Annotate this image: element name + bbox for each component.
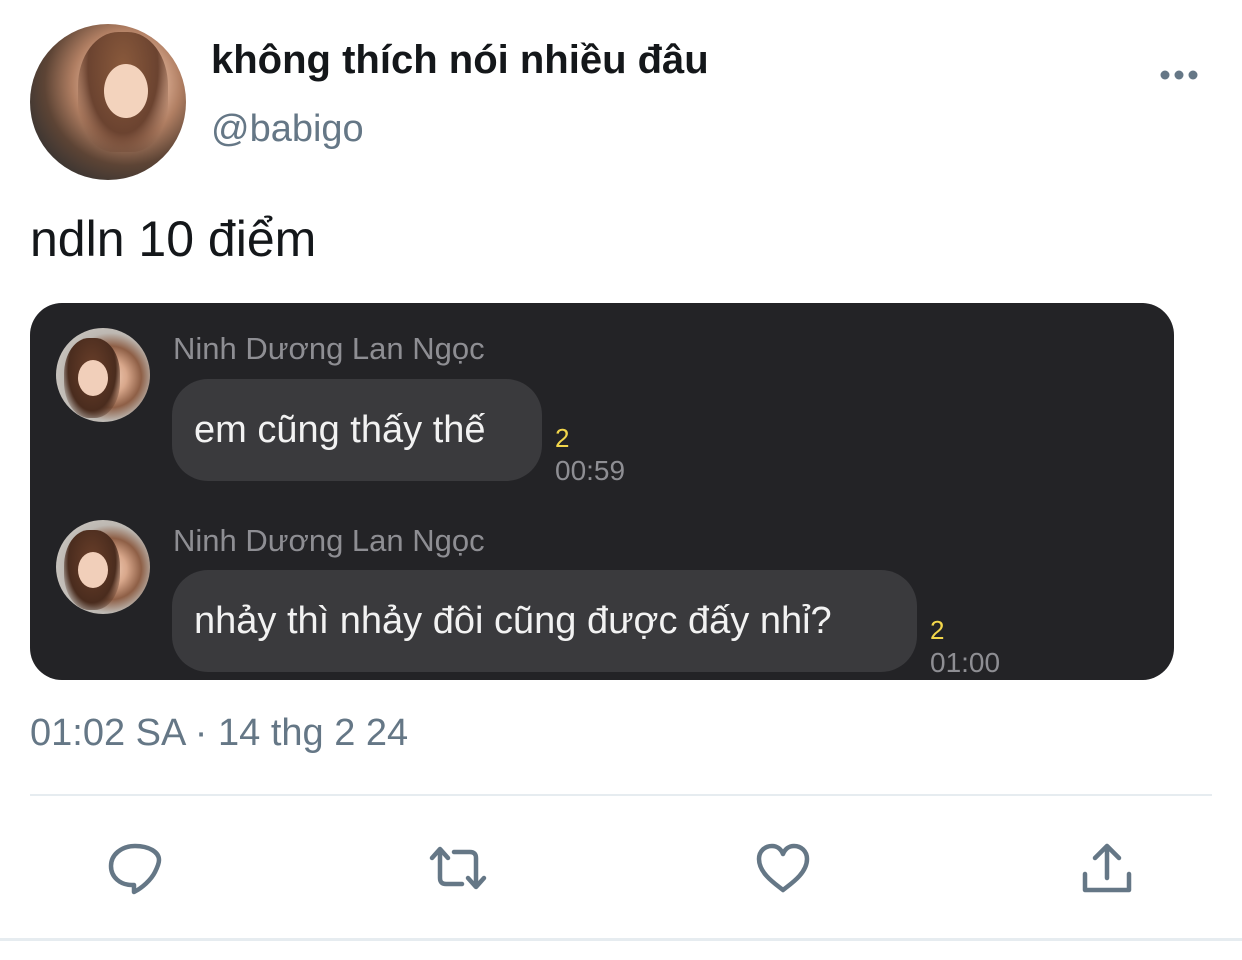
tweet-text: ndln 10 điểm [30, 211, 317, 267]
attached-chat-screenshot[interactable]: Ninh Dương Lan Ngọc em cũng thấy thế 2 0… [30, 303, 1174, 680]
avatar-face [104, 64, 148, 118]
message-time: 01:00 [930, 647, 1001, 678]
chat-message-bubble: em cũng thấy thế [172, 379, 542, 481]
more-options-button[interactable] [1152, 58, 1206, 92]
author-avatar[interactable] [30, 24, 186, 180]
chat-message-text: em cũng thấy thế [194, 408, 486, 451]
message-time: 00:59 [555, 455, 626, 486]
more-dots-icon [1160, 70, 1198, 80]
author-handle[interactable]: @babigo [211, 108, 364, 151]
chat-sender-name: Ninh Dương Lan Ngọc [173, 523, 485, 558]
like-button[interactable] [751, 836, 815, 900]
retweet-arrows-icon [429, 846, 487, 890]
chat-sender-avatar [56, 328, 150, 422]
divider [30, 794, 1212, 796]
avatar-face [78, 360, 108, 396]
retweet-button[interactable] [426, 836, 490, 900]
share-button[interactable] [1075, 836, 1139, 900]
reply-button[interactable] [103, 836, 167, 900]
chat-message-text: nhảy thì nhảy đôi cũng được đấy nhỉ? [194, 599, 832, 642]
read-count-badge: 2 [555, 423, 570, 453]
author-display-name[interactable]: không thích nói nhiều đâu [211, 38, 709, 83]
avatar-face [78, 552, 108, 588]
read-count-badge: 2 [930, 615, 945, 645]
speech-bubble-icon [108, 843, 162, 895]
chat-sender-avatar [56, 520, 150, 614]
share-upload-icon [1082, 843, 1132, 893]
heart-icon [756, 843, 810, 893]
divider [0, 938, 1242, 941]
tweet-timestamp[interactable]: 01:02 SA · 14 thg 2 24 [30, 712, 408, 755]
chat-sender-name: Ninh Dương Lan Ngọc [173, 331, 485, 366]
chat-message-bubble: nhảy thì nhảy đôi cũng được đấy nhỉ? [172, 570, 917, 672]
